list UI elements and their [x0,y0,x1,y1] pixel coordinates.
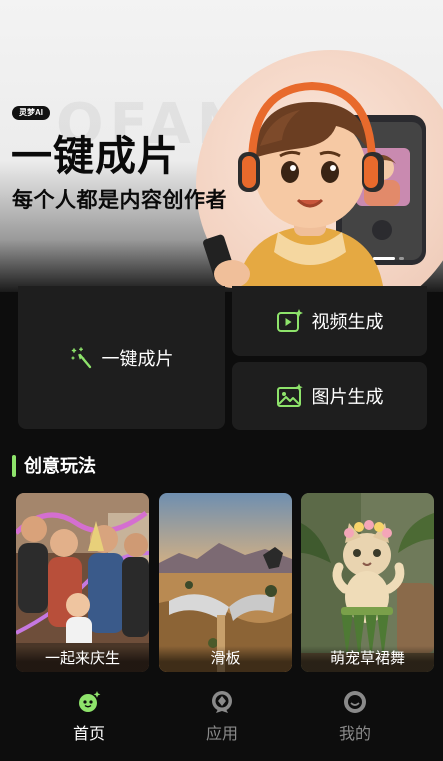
bottom-tab-bar: 首页 应用 我的 [0,682,443,761]
image-generation-button[interactable]: 图片生成 [232,362,427,430]
one-click-film-label: 一键成片 [101,348,174,369]
video-generation-label: 视频生成 [311,312,384,332]
home-face-icon [79,691,101,712]
hero-cartoon-illustration [203,81,426,292]
creative-card-pet-hula[interactable]: 萌宠草裙舞 [301,493,434,672]
video-sparkle-icon [276,309,303,332]
section-accent-bar [12,455,16,477]
hero-subtitle: 每个人都是内容创作者 [12,188,227,212]
section-title: 创意玩法 [24,456,96,476]
magic-wand-icon [70,346,91,368]
hero-banner[interactable]: OFANCS 灵梦AI 一键成片 每个人都是内容创作者 [0,0,443,292]
image-sparkle-icon [276,383,303,407]
creative-card-label: 一起来庆生 [16,646,149,672]
tab-apps[interactable]: 应用 [162,682,282,761]
image-generation-label: 图片生成 [311,387,384,407]
tab-home-label: 首页 [72,726,105,743]
profile-circle-icon [344,691,366,713]
creative-card-skateboard[interactable]: 滑板 [159,493,292,672]
tab-apps-label: 应用 [205,726,238,743]
video-generation-button[interactable]: 视频生成 [232,286,427,356]
carousel-dot [399,257,404,260]
carousel-dot-active [373,257,395,260]
tab-profile-label: 我的 [338,726,371,743]
creative-card-birthday[interactable]: 一起来庆生 [16,493,149,672]
creative-card-label: 滑板 [159,646,292,672]
creative-card-label: 萌宠草裙舞 [301,646,434,672]
hero-title: 一键成片 [11,132,179,180]
brand-badge: 灵梦AI [12,106,50,120]
tab-profile[interactable]: 我的 [295,682,415,761]
apps-badge-icon [212,691,232,713]
tab-home[interactable]: 首页 [29,682,149,761]
carousel-indicator [373,257,404,260]
one-click-film-button[interactable]: 一键成片 [18,286,225,429]
